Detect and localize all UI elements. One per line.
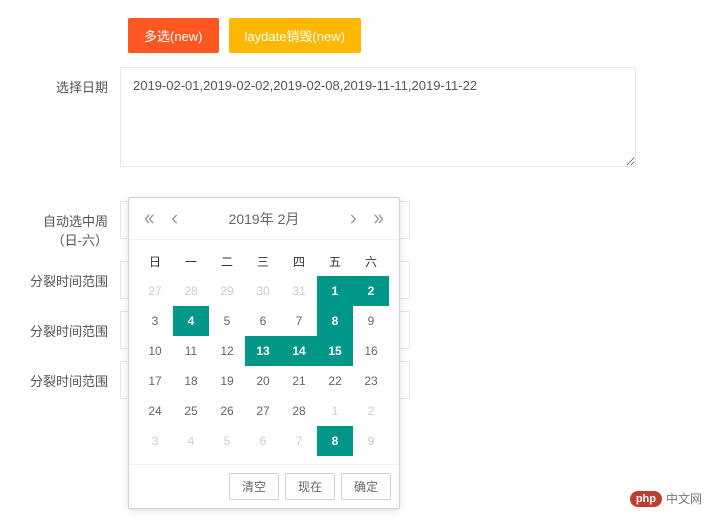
calendar-day-cell[interactable]: 2 [353, 396, 389, 426]
calendar-day-cell[interactable]: 27 [245, 396, 281, 426]
calendar-header: 2019年 2月 [129, 198, 399, 240]
weekday-cell: 一 [173, 246, 209, 276]
calendar-day-cell[interactable]: 6 [245, 426, 281, 456]
prev-month-icon[interactable] [163, 207, 187, 231]
weekday-cell: 日 [137, 246, 173, 276]
calendar-day-cell[interactable]: 9 [353, 426, 389, 456]
calendar-day-cell[interactable]: 21 [281, 366, 317, 396]
calendar-day-cell[interactable]: 28 [281, 396, 317, 426]
calendar-week-row: 10111213141516 [137, 336, 391, 366]
calendar-ok-button[interactable]: 确定 [341, 473, 391, 500]
calendar-day-cell[interactable]: 28 [173, 276, 209, 306]
calendar-clear-button[interactable]: 清空 [229, 473, 279, 500]
weekday-cell: 三 [245, 246, 281, 276]
calendar-grid: 日一二三四五六 27282930311234567891011121314151… [129, 240, 399, 464]
calendar-day-cell[interactable]: 30 [245, 276, 281, 306]
calendar-week-row: 3456789 [137, 426, 391, 456]
calendar-day-cell[interactable]: 11 [173, 336, 209, 366]
calendar-day-cell[interactable]: 13 [245, 336, 281, 366]
calendar-day-cell[interactable]: 31 [281, 276, 317, 306]
calendar-day-cell[interactable]: 7 [281, 426, 317, 456]
calendar-day-cell[interactable]: 18 [173, 366, 209, 396]
split-range-label-3: 分裂时间范围 [0, 361, 120, 390]
calendar-day-cell[interactable]: 6 [245, 306, 281, 336]
split-range-label-2: 分裂时间范围 [0, 311, 120, 340]
weekday-cell: 六 [353, 246, 389, 276]
calendar-day-cell[interactable]: 16 [353, 336, 389, 366]
calendar-day-cell[interactable]: 24 [137, 396, 173, 426]
multi-select-button[interactable]: 多选(new) [128, 18, 219, 53]
calendar-day-cell[interactable]: 19 [209, 366, 245, 396]
calendar-day-cell[interactable]: 3 [137, 426, 173, 456]
calendar-day-cell[interactable]: 4 [173, 306, 209, 336]
next-year-icon[interactable] [367, 207, 391, 231]
calendar-day-cell[interactable]: 4 [173, 426, 209, 456]
calendar-day-cell[interactable]: 1 [317, 276, 353, 306]
calendar-day-cell[interactable]: 2 [353, 276, 389, 306]
calendar-weekday-row: 日一二三四五六 [137, 246, 391, 276]
weekday-cell: 二 [209, 246, 245, 276]
logo-text: 中文网 [666, 490, 702, 507]
calendar-day-cell[interactable]: 8 [317, 306, 353, 336]
calendar-day-cell[interactable]: 29 [209, 276, 245, 306]
choose-date-row: 选择日期 [0, 67, 716, 167]
calendar-day-cell[interactable]: 5 [209, 306, 245, 336]
prev-year-icon[interactable] [137, 207, 161, 231]
choose-date-label: 选择日期 [0, 67, 120, 96]
calendar-day-cell[interactable]: 8 [317, 426, 353, 456]
site-logo: php 中文网 [630, 490, 702, 507]
auto-week-label: 自动选中周 （日-六） [0, 201, 120, 249]
calendar-week-row: 17181920212223 [137, 366, 391, 396]
calendar-day-cell[interactable]: 23 [353, 366, 389, 396]
weekday-cell: 五 [317, 246, 353, 276]
calendar-day-cell[interactable]: 1 [317, 396, 353, 426]
calendar-day-cell[interactable]: 14 [281, 336, 317, 366]
calendar-week-row: 242526272812 [137, 396, 391, 426]
calendar-day-cell[interactable]: 9 [353, 306, 389, 336]
calendar-day-cell[interactable]: 7 [281, 306, 317, 336]
calendar-day-cell[interactable]: 12 [209, 336, 245, 366]
calendar-week-row: 272829303112 [137, 276, 391, 306]
split-range-label-1: 分裂时间范围 [0, 261, 120, 290]
laydate-destroy-button[interactable]: laydate销毁(new) [229, 18, 361, 53]
calendar-day-cell[interactable]: 15 [317, 336, 353, 366]
calendar-body: 2728293031123456789101112131415161718192… [137, 276, 391, 456]
calendar-day-cell[interactable]: 20 [245, 366, 281, 396]
calendar-day-cell[interactable]: 26 [209, 396, 245, 426]
calendar-footer: 清空 现在 确定 [129, 464, 399, 508]
logo-badge: php [630, 491, 662, 507]
calendar-day-cell[interactable]: 17 [137, 366, 173, 396]
calendar-now-button[interactable]: 现在 [285, 473, 335, 500]
calendar-day-cell[interactable]: 10 [137, 336, 173, 366]
top-button-row: 多选(new) laydate销毁(new) [128, 0, 716, 67]
calendar-day-cell[interactable]: 22 [317, 366, 353, 396]
choose-date-textarea[interactable] [120, 67, 636, 167]
calendar-day-cell[interactable]: 25 [173, 396, 209, 426]
calendar-day-cell[interactable]: 3 [137, 306, 173, 336]
calendar-week-row: 3456789 [137, 306, 391, 336]
calendar-title[interactable]: 2019年 2月 [229, 209, 300, 229]
weekday-cell: 四 [281, 246, 317, 276]
calendar-day-cell[interactable]: 27 [137, 276, 173, 306]
next-month-icon[interactable] [341, 207, 365, 231]
calendar-day-cell[interactable]: 5 [209, 426, 245, 456]
date-picker-panel: 2019年 2月 日一二三四五六 27282930311234567891011… [128, 197, 400, 509]
